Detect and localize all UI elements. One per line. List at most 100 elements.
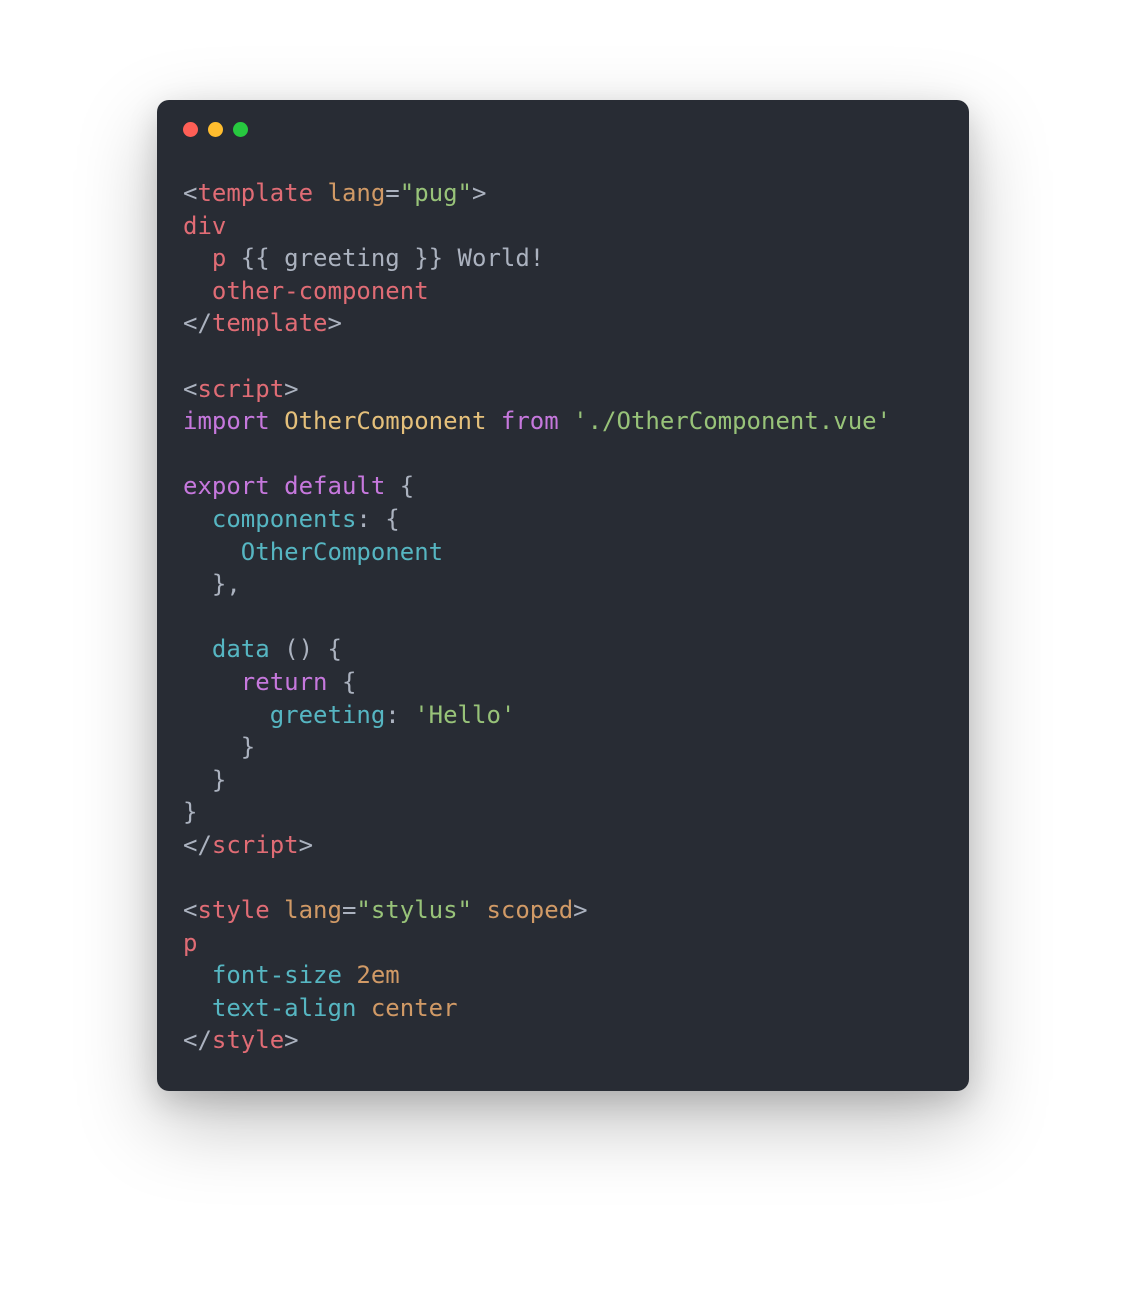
code-line: return { [183, 666, 943, 699]
code-line: }, [183, 568, 943, 601]
code-line [183, 340, 943, 373]
code-token: script [197, 375, 284, 403]
code-token: }} World! [400, 244, 545, 272]
close-icon[interactable] [183, 122, 198, 137]
code-token: "stylus" [356, 896, 472, 924]
code-token: script [212, 831, 299, 859]
code-token: }, [183, 570, 241, 598]
window-titlebar [157, 100, 969, 143]
code-line: OtherComponent [183, 536, 943, 569]
code-token [183, 538, 241, 566]
code-token: lang [328, 179, 386, 207]
code-token: > [573, 896, 587, 924]
code-token [342, 961, 356, 989]
code-token: template [197, 179, 313, 207]
code-token: greeting [270, 701, 386, 729]
code-window: <template lang="pug">div p {{ greeting }… [157, 100, 969, 1091]
code-token: < [183, 375, 197, 403]
code-line: } [183, 731, 943, 764]
code-line: import OtherComponent from './OtherCompo… [183, 405, 943, 438]
code-token: OtherComponent [284, 407, 486, 435]
code-line: </style> [183, 1024, 943, 1057]
code-token: p [212, 244, 226, 272]
code-line: font-size 2em [183, 959, 943, 992]
code-token: () { [270, 635, 342, 663]
code-line: components: { [183, 503, 943, 536]
code-token: default [284, 472, 385, 500]
code-token [356, 994, 370, 1022]
code-token [183, 635, 212, 663]
code-token: </ [183, 831, 212, 859]
code-line: data () { [183, 633, 943, 666]
code-token: > [299, 831, 313, 859]
code-token: from [501, 407, 559, 435]
code-token: './OtherComponent.vue' [573, 407, 891, 435]
code-token: : [385, 701, 414, 729]
code-token: greeting [284, 244, 400, 272]
code-token: div [183, 212, 226, 240]
code-token: import [183, 407, 270, 435]
code-token: center [371, 994, 458, 1022]
code-token [472, 896, 486, 924]
code-line: } [183, 796, 943, 829]
code-token: template [212, 309, 328, 337]
code-line: export default { [183, 470, 943, 503]
code-line: p {{ greeting }} World! [183, 242, 943, 275]
code-line: </script> [183, 829, 943, 862]
code-token: > [284, 375, 298, 403]
code-token: "pug" [400, 179, 472, 207]
code-token: = [342, 896, 356, 924]
code-token: < [183, 896, 197, 924]
code-block: <template lang="pug">div p {{ greeting }… [157, 143, 969, 1057]
code-token [313, 179, 327, 207]
code-token: } [183, 798, 197, 826]
code-token [183, 961, 212, 989]
code-line: greeting: 'Hello' [183, 699, 943, 732]
minimize-icon[interactable] [208, 122, 223, 137]
code-token: </ [183, 1026, 212, 1054]
code-token: export [183, 472, 270, 500]
code-token [183, 994, 212, 1022]
maximize-icon[interactable] [233, 122, 248, 137]
code-token: 2em [356, 961, 399, 989]
code-token: = [385, 179, 399, 207]
code-line: text-align center [183, 992, 943, 1025]
code-token: text-align [212, 994, 357, 1022]
code-token [183, 244, 212, 272]
code-token: style [197, 896, 269, 924]
code-line: <template lang="pug"> [183, 177, 943, 210]
code-token: p [183, 929, 197, 957]
code-line: other-component [183, 275, 943, 308]
code-token: { [385, 472, 414, 500]
code-token [270, 896, 284, 924]
code-token [183, 701, 270, 729]
code-token: other-component [212, 277, 429, 305]
code-token: lang [284, 896, 342, 924]
code-token: {{ [226, 244, 284, 272]
code-token: < [183, 179, 197, 207]
code-token: 'Hello' [414, 701, 515, 729]
code-token [270, 407, 284, 435]
code-line: p [183, 927, 943, 960]
code-line: div [183, 210, 943, 243]
code-token: data [212, 635, 270, 663]
code-token: OtherComponent [241, 538, 443, 566]
code-token: > [284, 1026, 298, 1054]
code-line: </template> [183, 307, 943, 340]
code-token: : { [356, 505, 399, 533]
code-token: } [183, 766, 226, 794]
code-token: > [328, 309, 342, 337]
code-token: </ [183, 309, 212, 337]
code-token [183, 277, 212, 305]
code-token: return [241, 668, 328, 696]
code-token: } [183, 733, 255, 761]
code-token [183, 668, 241, 696]
code-token [486, 407, 500, 435]
code-line [183, 601, 943, 634]
code-token: > [472, 179, 486, 207]
code-token: style [212, 1026, 284, 1054]
code-line: <style lang="stylus" scoped> [183, 894, 943, 927]
code-line: } [183, 764, 943, 797]
code-token: components [212, 505, 357, 533]
code-token: scoped [486, 896, 573, 924]
